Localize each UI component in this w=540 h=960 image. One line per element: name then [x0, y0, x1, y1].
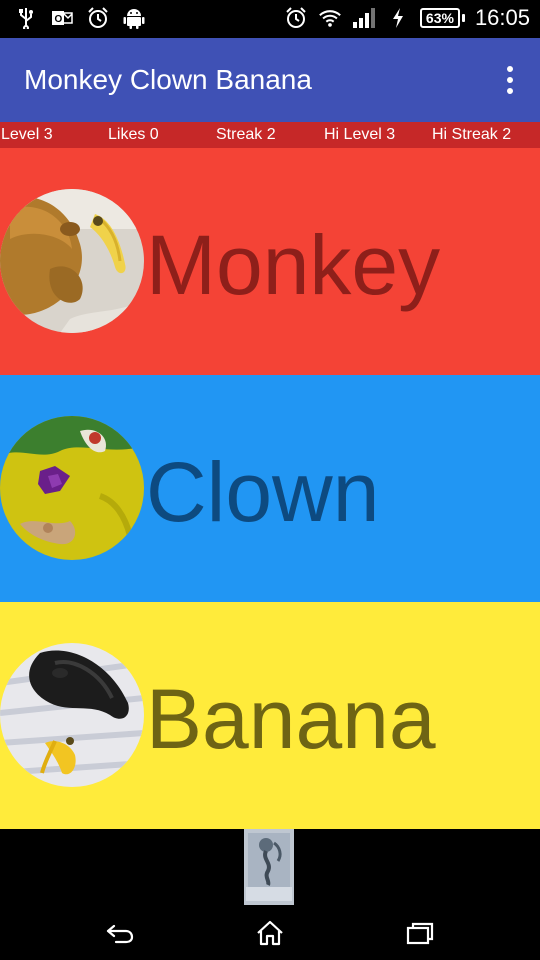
app-bar: Monkey Clown Banana — [0, 38, 540, 122]
android-icon — [122, 6, 146, 30]
battery-icon: 63% — [419, 8, 465, 28]
wifi-icon — [318, 6, 342, 30]
battery-level: 63% — [419, 8, 460, 28]
charging-icon — [386, 6, 410, 30]
navigation-bar — [0, 906, 540, 960]
monkey-choice-button[interactable]: Monkey — [0, 148, 540, 375]
system-icons: 63% 16:05 — [284, 6, 530, 30]
overflow-menu-icon[interactable] — [498, 64, 522, 96]
outlook-icon: O — [50, 6, 74, 30]
clown-choice-button[interactable]: Clown — [0, 375, 540, 602]
clock: 16:05 — [474, 5, 530, 30]
banana-choice-button[interactable]: Banana — [0, 602, 540, 829]
alarm-icon — [284, 6, 308, 30]
banner-area — [0, 829, 540, 906]
recent-apps-icon[interactable] — [404, 918, 436, 948]
stat-streak: Streak 2 — [216, 126, 276, 143]
app-title: Monkey Clown Banana — [24, 64, 312, 95]
qwerky-logo[interactable] — [244, 829, 294, 905]
stat-level: Level 3 — [1, 126, 53, 143]
stat-hi-level: Hi Level 3 — [324, 126, 396, 143]
svg-text:O: O — [55, 14, 63, 25]
monkey-photo — [0, 189, 144, 333]
back-icon[interactable] — [104, 918, 136, 948]
clown-photo — [0, 416, 144, 560]
banana-photo — [0, 643, 144, 787]
banana-label: Banana — [146, 672, 436, 766]
stat-hi-streak: Hi Streak 2 — [432, 126, 512, 143]
home-icon[interactable] — [254, 918, 286, 948]
stat-likes: Likes 0 — [108, 126, 159, 143]
usb-icon — [14, 6, 38, 30]
monkey-label: Monkey — [146, 218, 441, 312]
signal-icon — [352, 6, 376, 30]
clown-label: Clown — [146, 445, 380, 539]
notification-icons: O — [14, 6, 146, 30]
status-bar: O 63% 16:05 — [0, 0, 540, 38]
alarm-icon — [86, 6, 110, 30]
stats-bar: Level 3 Likes 0 Streak 2 Hi Level 3 Hi S… — [0, 122, 540, 148]
